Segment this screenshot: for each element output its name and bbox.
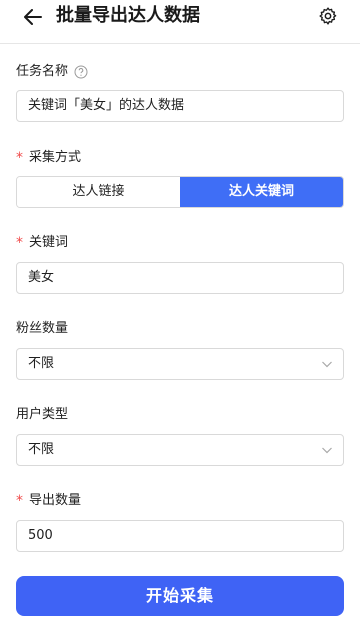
export-count-label: * 导出数量 [16, 492, 81, 510]
arrow-left-icon [24, 9, 42, 25]
fans-count-label: 粉丝数量 [16, 320, 68, 338]
segment-influencer-keyword[interactable]: 达人关键词 [180, 177, 343, 207]
task-name-input[interactable]: 关键词「美女」的达人数据 [16, 90, 344, 122]
user-type-label: 用户类型 [16, 406, 68, 424]
user-type-label-text: 用户类型 [16, 407, 69, 422]
export-count-input[interactable]: 500 [16, 520, 344, 552]
start-collect-button[interactable]: 开始采集 [16, 576, 344, 616]
keyword-label: * 关键词 [16, 234, 68, 252]
required-mark: * [16, 235, 23, 251]
fans-count-label-text: 粉丝数量 [16, 321, 69, 336]
required-mark: * [16, 150, 23, 166]
keyword-input[interactable]: 美女 [16, 262, 344, 294]
chevron-down-icon [322, 447, 332, 454]
question-circle-icon[interactable] [74, 65, 88, 79]
back-button[interactable] [20, 6, 46, 28]
header-bar: 批量导出达人数据 [0, 0, 360, 44]
required-mark: * [16, 493, 23, 509]
settings-button[interactable] [316, 4, 340, 28]
collect-method-label: * 采集方式 [16, 149, 81, 167]
export-count-label-text: 导出数量 [29, 493, 82, 508]
user-type-select[interactable]: 不限 [16, 434, 344, 466]
chevron-down-icon [322, 361, 332, 368]
user-type-value: 不限 [28, 442, 55, 457]
task-name-label-text: 任务名称 [16, 64, 69, 79]
collect-method-segmented: 达人链接 达人关键词 [16, 176, 344, 208]
task-name-label: 任务名称 [16, 63, 88, 81]
keyword-label-text: 关键词 [29, 235, 69, 250]
segment-influencer-link[interactable]: 达人链接 [17, 177, 180, 207]
page-title: 批量导出达人数据 [56, 5, 200, 26]
fans-count-value: 不限 [28, 356, 55, 371]
collect-method-label-text: 采集方式 [29, 150, 82, 165]
fans-count-select[interactable]: 不限 [16, 348, 344, 380]
gear-icon [319, 7, 337, 25]
